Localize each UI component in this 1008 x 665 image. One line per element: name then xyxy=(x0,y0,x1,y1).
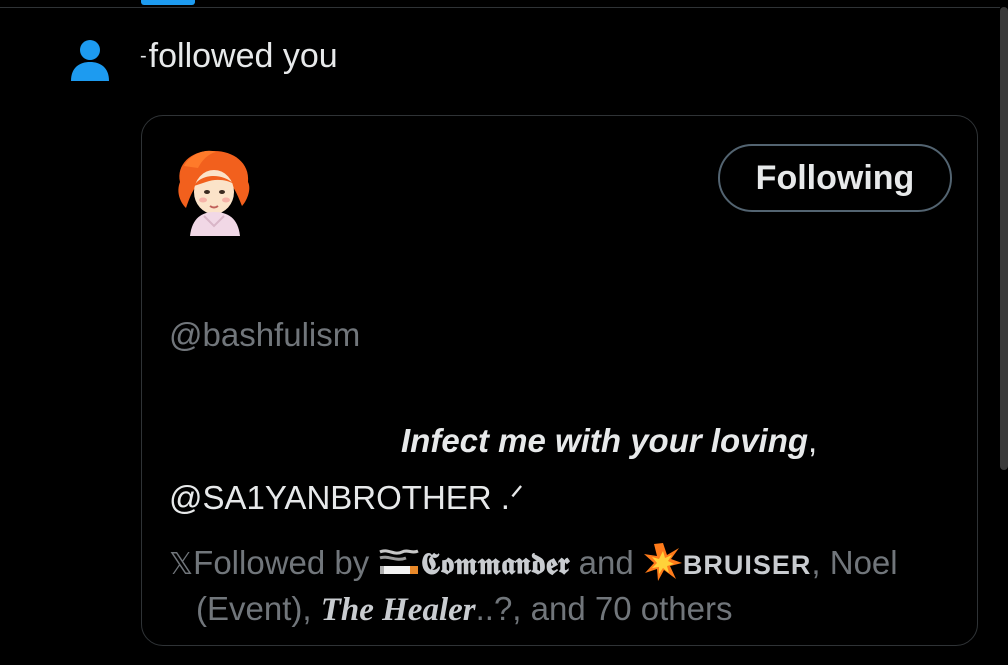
followed-by-row-2: (Event), The Healer..?, and 70 others xyxy=(169,587,959,632)
x-logo-icon: 𝕏 xyxy=(169,547,194,582)
bio-line-1: Infect me with your loving, xyxy=(401,422,817,460)
person-icon xyxy=(71,40,109,81)
collision-emoji-icon xyxy=(643,543,682,581)
cigarette-emoji-icon xyxy=(379,549,420,574)
bio-comma: , xyxy=(808,422,818,459)
bio-italic-text: Infect me with your loving xyxy=(401,422,809,459)
follower-noel-event[interactable]: (Event), xyxy=(196,590,312,627)
scrollbar[interactable] xyxy=(1000,7,1008,470)
notification-prefix-mark: - xyxy=(140,45,147,67)
user-card[interactable]: Following @bashfulism Infect me with you… xyxy=(141,115,978,646)
user-handle[interactable]: @bashfulism xyxy=(169,316,360,354)
notification-message: followed you xyxy=(148,37,338,75)
bio-line-2: @SA1YANBROTHER .ᐟ xyxy=(169,479,524,516)
follower-name-bruiser[interactable]: BRUISER xyxy=(683,550,812,580)
followed-by-others[interactable]: ..?, and 70 others xyxy=(476,590,733,627)
followed-by-and: and xyxy=(578,544,634,581)
follower-name-noel[interactable]: , Noel xyxy=(811,544,897,581)
active-tab-indicator xyxy=(141,0,195,5)
notification-text: -followed you xyxy=(140,36,338,76)
avatar[interactable] xyxy=(172,146,256,236)
followed-by-text[interactable]: 𝕏Followed by 𝕮𝖔𝖒𝖒𝖆𝖓𝖉𝖊𝖗 and BRUISER, Noel… xyxy=(169,541,959,632)
follower-name-commander[interactable]: 𝕮𝖔𝖒𝖒𝖆𝖓𝖉𝖊𝖗 xyxy=(420,547,569,582)
top-divider xyxy=(0,7,1000,8)
follower-name-healer[interactable]: The Healer xyxy=(321,592,476,628)
followed-by-lead: Followed by xyxy=(193,544,370,581)
following-button[interactable]: Following xyxy=(718,144,952,212)
